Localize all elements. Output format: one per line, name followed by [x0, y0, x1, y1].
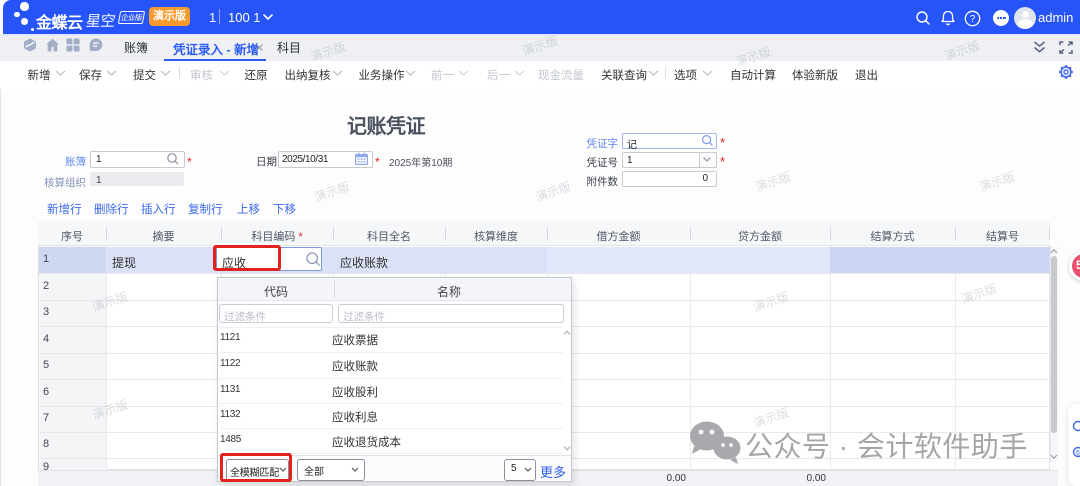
svg-text:6: 6: [1076, 450, 1080, 457]
svg-text:?: ?: [970, 14, 976, 25]
